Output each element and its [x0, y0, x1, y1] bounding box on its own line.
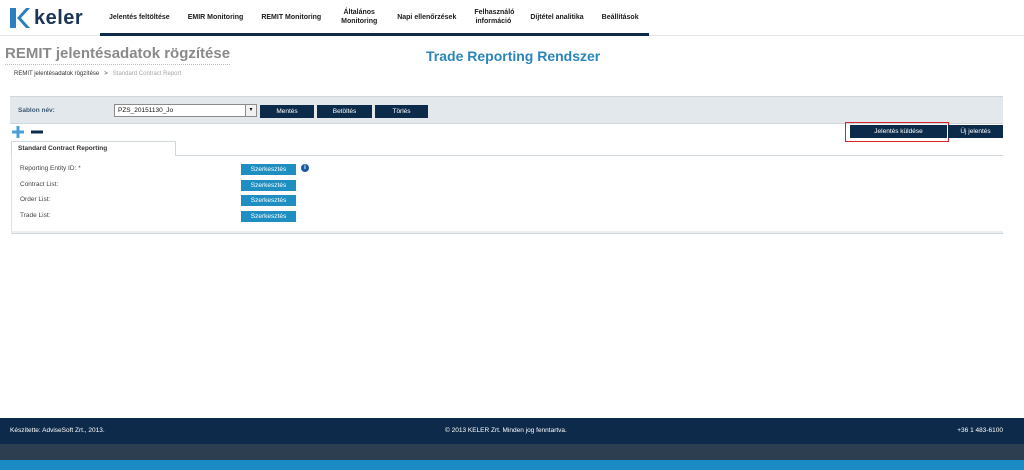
new-report-button[interactable]: Új jelentés	[948, 125, 1003, 138]
keler-logo-icon	[10, 8, 30, 28]
breadcrumb-separator: >	[104, 71, 108, 77]
nav-item-user-info[interactable]: Felhasználó információ	[465, 8, 521, 26]
panel-bottom-divider	[11, 231, 1003, 233]
load-button[interactable]: Betöltés	[317, 105, 372, 118]
nav-item-emir-monitoring[interactable]: EMIR Monitoring	[179, 13, 253, 22]
save-button[interactable]: Mentés	[260, 105, 314, 118]
field-label-trade-list: Trade List:	[20, 212, 51, 219]
system-title: Trade Reporting Rendszer	[426, 48, 601, 64]
template-select-value: PZS_20151130_Jo	[118, 107, 174, 114]
info-icon[interactable]: i	[301, 164, 309, 172]
chevron-down-icon[interactable]: ▾	[245, 105, 256, 116]
reporting-panel	[11, 156, 1003, 234]
nav-item-remit-monitoring[interactable]: REMIT Monitoring	[252, 13, 330, 22]
plus-icon[interactable]	[12, 126, 24, 138]
delete-button[interactable]: Törlés	[375, 105, 428, 118]
template-name-label: Sablon név:	[18, 107, 55, 114]
keler-logo-text: keler	[34, 6, 84, 29]
breadcrumb: REMIT jelentésadatok rögzítése > Standar…	[14, 71, 181, 77]
template-select[interactable]: PZS_20151130_Jo ▾	[114, 104, 257, 117]
field-label-contract-list: Contract List:	[20, 181, 59, 188]
footer-copyright: © 2013 KELER Zrt. Minden jog fenntartva.	[445, 427, 567, 434]
main-nav: Jelentés feltöltése EMIR Monitoring REMI…	[100, 0, 648, 34]
edit-contract-list-button[interactable]: Szerkesztés	[241, 180, 296, 191]
nav-item-report-upload[interactable]: Jelentés feltöltése	[100, 13, 179, 22]
template-toolbar: Sablon név: PZS_20151130_Jo ▾ Mentés Bet…	[10, 96, 1003, 124]
tab-standard-contract-reporting[interactable]: Standard Contract Reporting	[11, 141, 176, 156]
nav-item-fee-analytics[interactable]: Díjtétel analitika	[521, 13, 592, 22]
edit-order-list-button[interactable]: Szerkesztés	[241, 195, 296, 206]
send-report-button[interactable]: Jelentés küldése	[850, 125, 947, 138]
nav-active-underline	[100, 33, 649, 36]
edit-trade-list-button[interactable]: Szerkesztés	[241, 211, 296, 222]
edit-reporting-entity-button[interactable]: Szerkesztés	[241, 164, 296, 175]
footer-phone: +36 1 483-6100	[957, 427, 1003, 434]
field-label-order-list: Order List:	[20, 196, 51, 203]
footer-accent-strip	[0, 460, 1024, 470]
nav-item-settings[interactable]: Beállítások	[593, 13, 648, 22]
minus-icon[interactable]	[31, 126, 43, 138]
breadcrumb-root[interactable]: REMIT jelentésadatok rögzítése	[14, 71, 99, 77]
nav-item-general-monitoring[interactable]: Általános Monitoring	[330, 8, 388, 26]
field-label-reporting-entity-id: Reporting Entity ID: *	[20, 165, 81, 172]
keler-logo[interactable]: keler	[8, 6, 83, 30]
nav-item-daily-checks[interactable]: Napi ellenőrzések	[388, 13, 465, 22]
page-title: REMIT jelentésadatok rögzítése	[5, 45, 231, 65]
footer-credit: Készítette: AdviseSoft Zrt., 2013.	[10, 427, 105, 434]
top-navigation-bar: keler Jelentés feltöltése EMIR Monitorin…	[0, 0, 1024, 36]
footer: Készítette: AdviseSoft Zrt., 2013. © 201…	[0, 418, 1024, 444]
breadcrumb-current: Standard Contract Report	[112, 71, 182, 77]
footer-band	[0, 444, 1024, 460]
